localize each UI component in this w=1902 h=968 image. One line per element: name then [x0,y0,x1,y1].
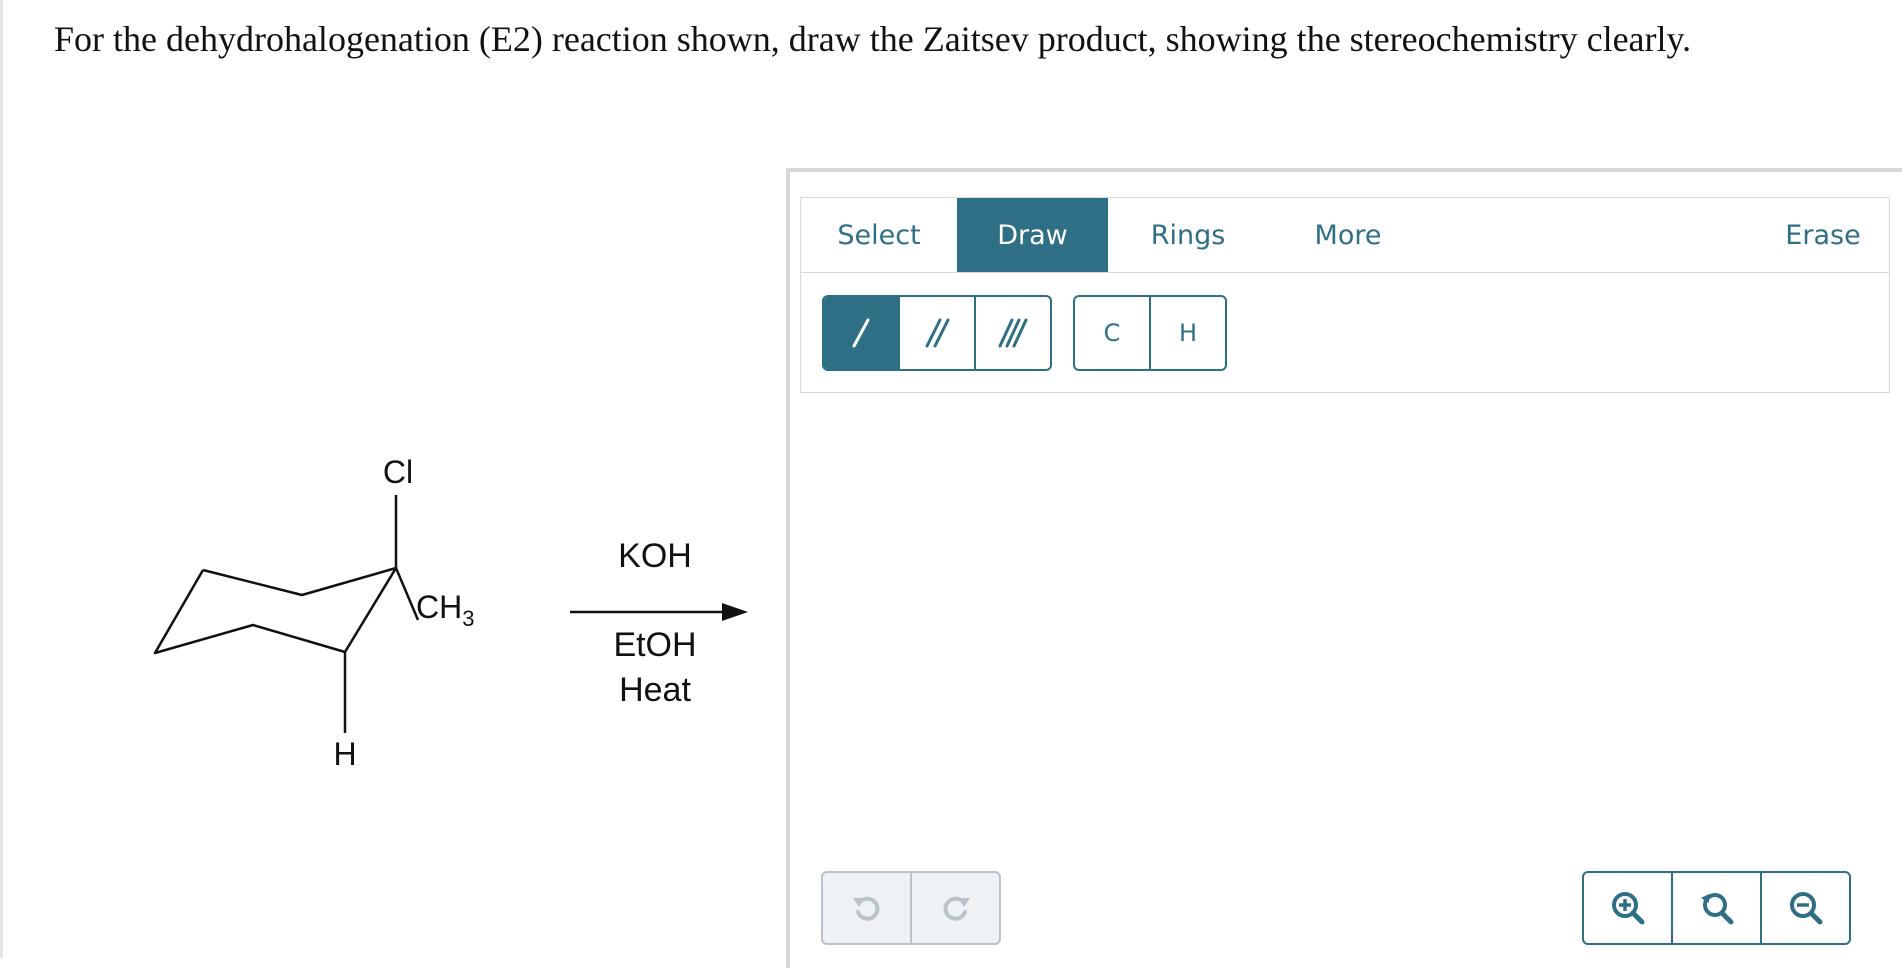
double-bond-icon [925,318,950,348]
ch3-label: CH3 [416,589,474,631]
reagent-etoh: EtOH [613,626,696,664]
tab-erase[interactable]: Erase [1755,198,1891,272]
atom-hydrogen-button[interactable]: H [1151,297,1225,369]
double-bond-button[interactable] [900,297,976,369]
single-bond-icon [852,318,870,348]
bond-buttons [822,295,1052,371]
zoom-in-button[interactable] [1584,873,1673,943]
tab-rings[interactable]: Rings [1108,198,1268,272]
undo-icon [852,896,879,921]
zoom-reset-icon [1700,893,1733,925]
history-buttons [821,871,1001,945]
atom-buttons: C H [1073,295,1227,371]
zoom-out-icon [1789,892,1822,925]
triple-bond-icon [998,318,1028,348]
reaction-arrowhead [722,603,748,621]
zoom-buttons [1582,871,1851,945]
reagent-heat: Heat [619,671,691,709]
redo-icon [943,896,970,921]
zoom-in-icon [1611,892,1644,925]
triple-bond-button[interactable] [976,297,1050,369]
tab-more[interactable]: More [1268,198,1428,272]
cl-label: Cl [383,454,413,490]
atom-carbon-button[interactable]: C [1075,297,1151,369]
editor-menubar: Select Draw Rings More Erase [800,197,1890,273]
h-label: H [333,736,356,772]
zoom-out-button[interactable] [1762,873,1849,943]
single-bond-button[interactable] [824,297,900,369]
tab-draw[interactable]: Draw [957,198,1108,272]
reaction-scheme: Cl H CH3 KOH EtOH Heat [153,454,748,772]
ch3-bond [394,567,420,621]
undo-button[interactable] [823,873,912,943]
zoom-reset-button[interactable] [1673,873,1762,943]
tab-select[interactable]: Select [801,198,957,272]
draw-toolbar: C H [800,273,1890,393]
reagent-koh: KOH [618,537,692,575]
redo-button[interactable] [912,873,999,943]
cyclohexane-chair [153,495,420,733]
